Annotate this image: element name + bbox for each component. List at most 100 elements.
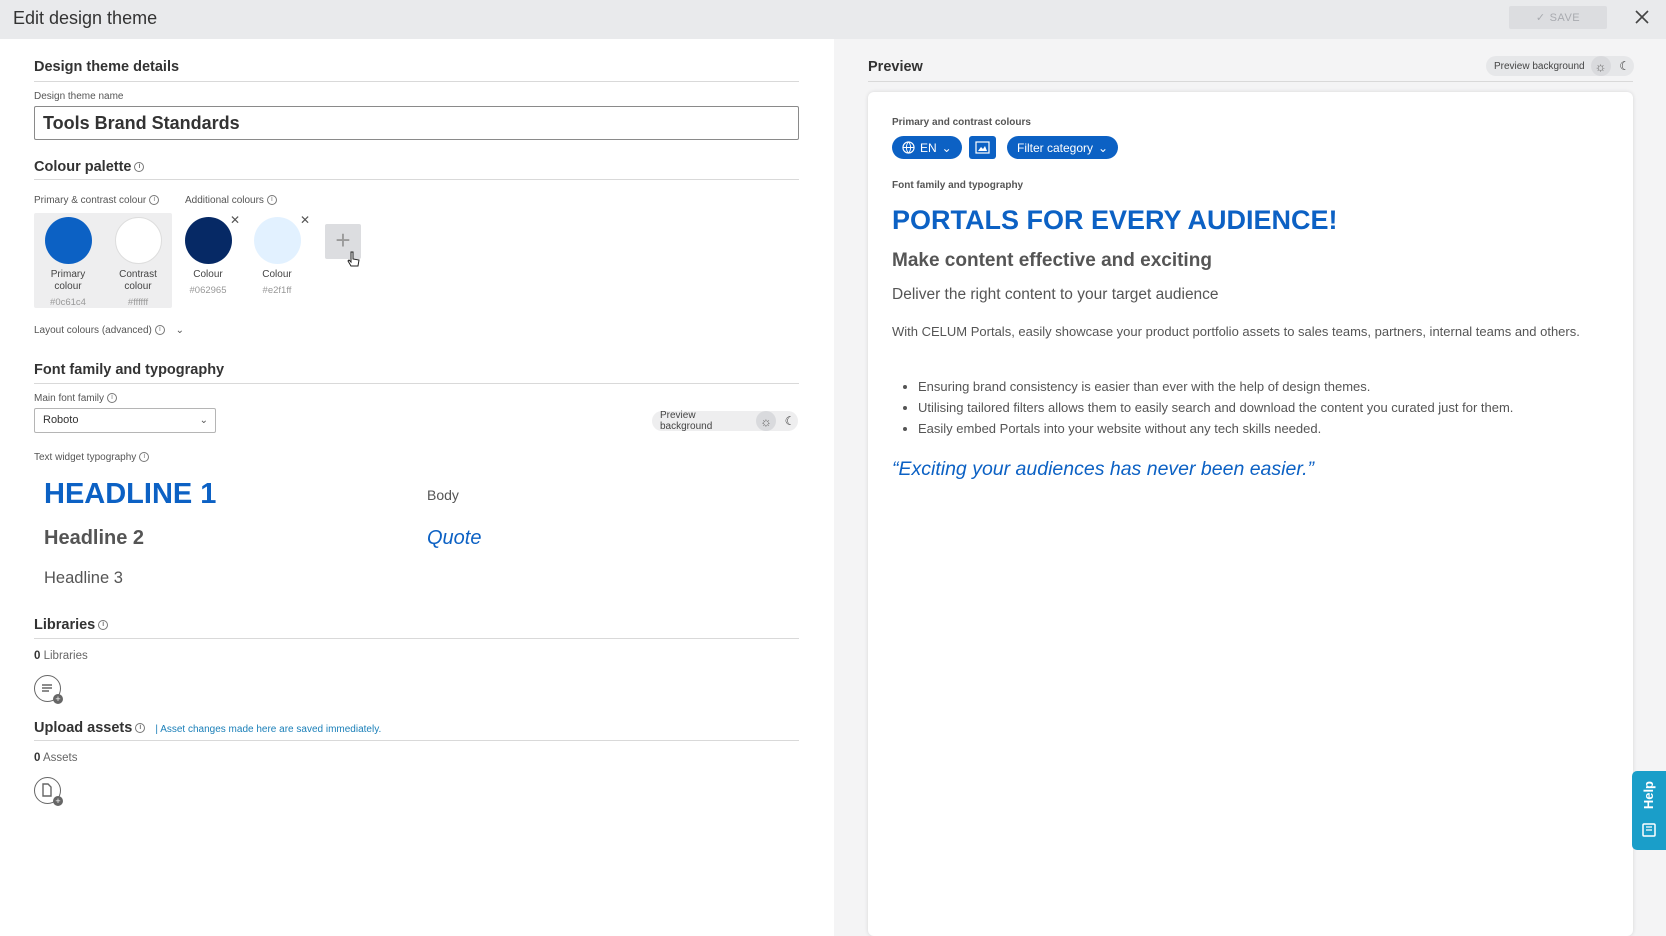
libraries-count-label: Libraries	[43, 650, 88, 662]
list-item: Easily embed Portals into your website w…	[918, 418, 1608, 439]
check-icon: ✓	[1535, 12, 1546, 24]
swatch-label: Colour	[262, 269, 292, 280]
sun-icon[interactable]: ☼	[756, 411, 777, 431]
filter-category-label: Filter category	[1017, 140, 1094, 155]
remove-colour-icon[interactable]: ✕	[230, 213, 240, 227]
moon-icon[interactable]: ☾	[782, 414, 798, 428]
primary-contrast-label: Primary & contrast colour i	[34, 195, 160, 206]
info-icon[interactable]: i	[134, 162, 145, 173]
save-label: SAVE	[1549, 11, 1581, 24]
help-tab[interactable]: Help	[1632, 771, 1666, 850]
palette-title-text: Colour palette	[34, 159, 132, 175]
main-font-label-text: Main font family	[34, 393, 105, 404]
chevron-down-icon: ⌄	[199, 415, 208, 426]
libraries-section-title: Libraries i	[34, 617, 109, 633]
colour-circle[interactable]	[114, 217, 162, 264]
cursor-icon	[347, 251, 360, 267]
preview-headline-3: Deliver the right content to your target…	[892, 286, 1219, 303]
text-widget-label: Text widget typography i	[34, 452, 150, 463]
preview-colours-label: Primary and contrast colours	[892, 117, 1031, 128]
swatch-hex: #ffffff	[127, 297, 149, 308]
preview-typography-label: Font family and typography	[892, 180, 1024, 191]
palette-section-title: Colour palette i	[34, 159, 145, 175]
info-icon[interactable]: i	[139, 452, 150, 463]
close-icon[interactable]	[1630, 5, 1654, 29]
save-button[interactable]: ✓ SAVE	[1509, 6, 1607, 29]
quote-sample[interactable]: Quote	[427, 527, 481, 550]
filter-category-button[interactable]: Filter category ⌄	[1007, 136, 1119, 159]
colour-circle[interactable]	[253, 217, 301, 264]
moon-icon[interactable]: ☾	[1617, 59, 1633, 73]
libraries-count-number: 0	[34, 650, 41, 662]
colour-circle[interactable]	[44, 217, 92, 264]
theme-name-input[interactable]: Tools Brand Standards	[34, 106, 799, 140]
additional-colour-swatch[interactable]: Colour #e2f1ff	[252, 217, 302, 296]
main-font-value: Roboto	[43, 414, 79, 426]
add-library-button[interactable]: +	[34, 675, 63, 704]
preview-background-toggle: Preview background ☼ ☾	[652, 410, 798, 432]
preview-body: With CELUM Portals, easily showcase your…	[892, 324, 1580, 339]
libraries-title-text: Libraries	[34, 617, 96, 633]
swatch-hex: #e2f1ff	[262, 285, 292, 296]
upload-title-text: Upload assets	[34, 720, 133, 736]
list-item: Utilising tailored filters allows them t…	[918, 397, 1608, 418]
chevron-down-icon[interactable]: ⌄	[176, 325, 184, 336]
info-icon[interactable]: i	[149, 195, 160, 206]
info-icon[interactable]: i	[135, 723, 146, 734]
preview-title: Preview	[868, 59, 923, 75]
preview-background-toggle: Preview background ☼ ☾	[1486, 56, 1634, 76]
help-icon	[1642, 823, 1656, 837]
assets-count: 0 Assets	[34, 752, 77, 764]
swatch-label: Contrast colour	[119, 269, 157, 292]
preview-headline-1: PORTALS FOR EVERY AUDIENCE!	[892, 205, 1338, 235]
headline-3-sample[interactable]: Headline 3	[44, 569, 123, 588]
plus-icon: +	[53, 694, 63, 704]
preview-background-label: Preview background	[660, 410, 713, 432]
language-label: EN	[920, 140, 937, 155]
primary-contrast-label-text: Primary & contrast colour	[34, 195, 147, 206]
assets-count-label: Assets	[42, 752, 78, 764]
remove-colour-icon[interactable]: ✕	[300, 213, 310, 227]
contrast-colour-swatch[interactable]: Contrast colour #ffffff	[113, 217, 163, 308]
body-sample[interactable]: Body	[427, 487, 459, 503]
details-section-title: Design theme details	[34, 59, 180, 75]
main-font-label: Main font family i	[34, 393, 118, 404]
info-icon[interactable]: i	[266, 195, 277, 206]
upload-section-title: Upload assets i | Asset changes made here…	[34, 720, 381, 736]
sun-icon[interactable]: ☼	[1590, 56, 1611, 76]
info-icon[interactable]: i	[98, 620, 109, 631]
colour-circle[interactable]	[184, 217, 232, 264]
image-icon	[975, 141, 990, 154]
preview-bullet-list: Ensuring brand consistency is easier tha…	[918, 376, 1608, 439]
additional-colours-label-text: Additional colours	[185, 195, 264, 206]
primary-colour-swatch[interactable]: Primary colour #0c61c4	[43, 217, 93, 308]
language-selector[interactable]: EN ⌄	[892, 136, 962, 159]
typography-section-title: Font family and typography	[34, 362, 225, 378]
headline-1-sample[interactable]: HEADLINE 1	[44, 478, 216, 511]
info-icon[interactable]: i	[154, 325, 165, 336]
main-font-select[interactable]: Roboto ⌄	[34, 408, 216, 433]
info-icon[interactable]: i	[107, 393, 118, 404]
upload-note: | Asset changes made here are saved imme…	[155, 724, 382, 735]
divider	[34, 638, 799, 639]
chevron-down-icon: ⌄	[941, 140, 952, 155]
libraries-count: 0 Libraries	[34, 650, 88, 662]
chevron-down-icon: ⌄	[1098, 140, 1109, 155]
text-widget-label-text: Text widget typography	[34, 452, 137, 463]
top-bar: Edit design theme ✓ SAVE	[0, 0, 1666, 39]
preview-headline-2: Make content effective and exciting	[892, 250, 1212, 271]
upload-asset-button[interactable]: +	[34, 777, 63, 806]
headline-2-sample[interactable]: Headline 2	[44, 527, 144, 550]
preview-quote: “Exciting your audiences has never been …	[892, 458, 1315, 480]
swatch-label: Primary colour	[50, 269, 86, 292]
layout-colours-label: Layout colours (advanced)	[34, 325, 152, 336]
divider	[34, 740, 799, 741]
image-button[interactable]	[969, 136, 996, 159]
swatch-hex: #062965	[189, 285, 227, 296]
help-label: Help	[1641, 781, 1656, 810]
additional-colour-swatch[interactable]: Colour #062965	[183, 217, 233, 296]
list-item: Ensuring brand consistency is easier tha…	[918, 376, 1608, 397]
layout-colours-toggle[interactable]: Layout colours (advanced) i ⌄	[34, 325, 184, 336]
divider	[868, 81, 1633, 82]
assets-count-number: 0	[34, 752, 41, 764]
